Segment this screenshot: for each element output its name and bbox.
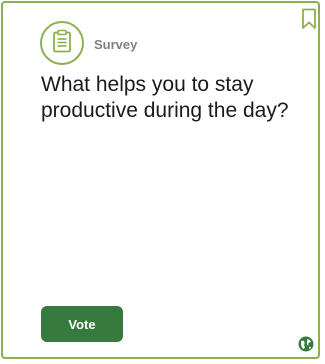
vote-button[interactable]: Vote — [41, 306, 123, 342]
survey-question: What helps you to stay productive during… — [41, 73, 289, 122]
bookmark-icon[interactable] — [301, 8, 317, 30]
category-badge — [40, 21, 84, 65]
clipboard-icon — [52, 29, 72, 58]
survey-card[interactable]: Survey What helps you to stay productive… — [1, 1, 320, 359]
category-label: Survey — [94, 37, 138, 52]
globe-icon — [298, 336, 314, 352]
